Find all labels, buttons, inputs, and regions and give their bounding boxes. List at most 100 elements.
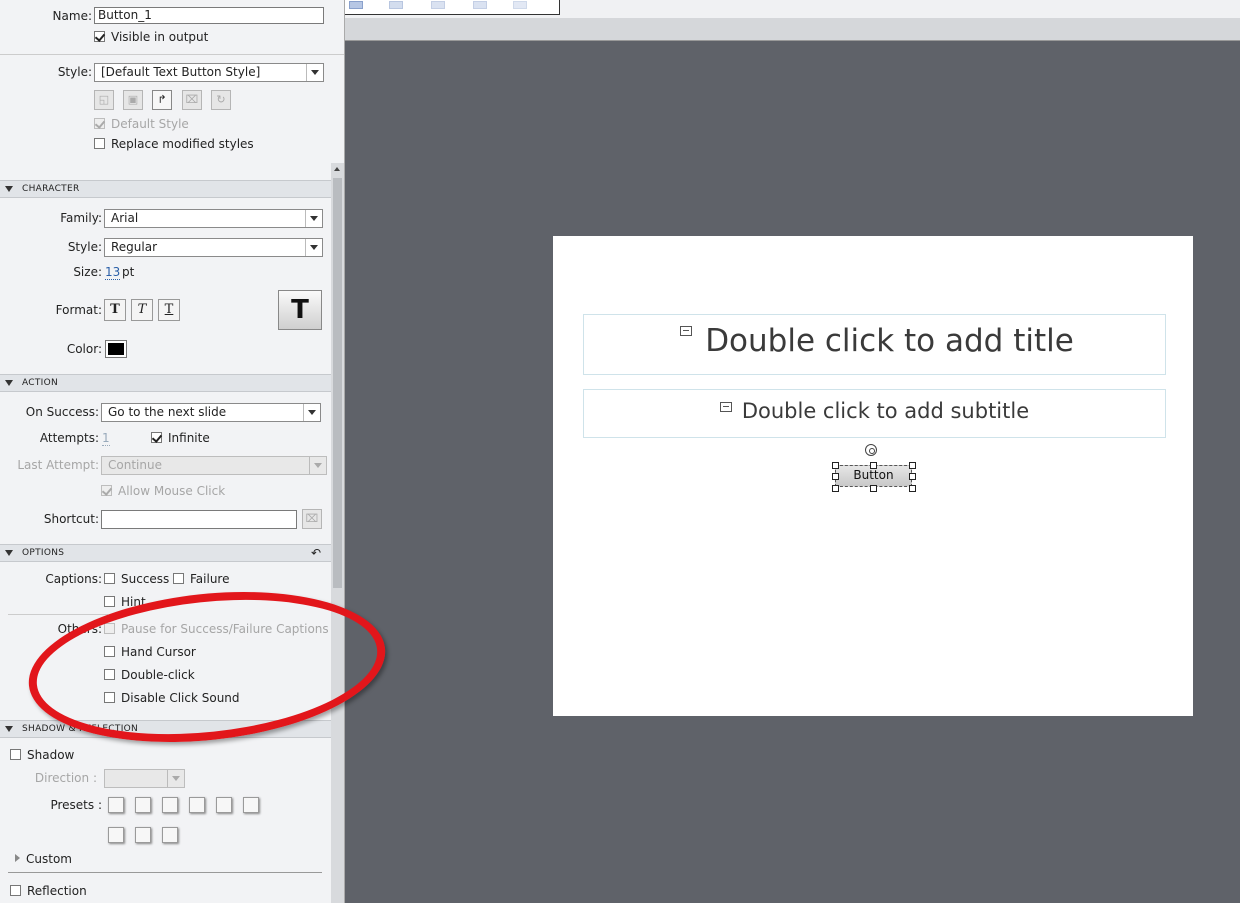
captions-label: Captions: [45, 572, 102, 586]
shadow-preset[interactable] [243, 797, 259, 813]
format-label: Format: [55, 303, 102, 317]
layout-icon[interactable] [349, 1, 363, 9]
resize-handle[interactable] [832, 485, 839, 492]
subtitle-placeholder[interactable]: Double click to add subtitle [583, 389, 1166, 438]
resize-handle[interactable] [909, 473, 916, 480]
color-swatch[interactable] [105, 340, 127, 358]
hint-caption-checkbox[interactable] [104, 596, 115, 607]
replace-styles-checkbox[interactable] [94, 138, 105, 149]
last-attempt-value: Continue [108, 458, 162, 472]
family-label: Family: [60, 211, 102, 225]
divider [8, 614, 108, 615]
visible-output-label: Visible in output [111, 30, 209, 44]
rotate-handle-icon[interactable] [865, 444, 877, 456]
underline-button[interactable]: T [158, 299, 180, 321]
layout-icon[interactable] [473, 1, 487, 9]
rotate-handle-dot [869, 448, 875, 454]
shortcut-label: Shortcut: [43, 512, 99, 526]
subtitle-placeholder-text: Double click to add subtitle [741, 399, 1030, 423]
reflection-checkbox[interactable] [10, 885, 21, 896]
default-style-label: Default Style [111, 117, 189, 131]
shadow-preset[interactable] [189, 797, 205, 813]
resize-handle[interactable] [870, 485, 877, 492]
shadow-preset[interactable] [162, 797, 178, 813]
bold-button[interactable]: T [104, 299, 126, 321]
chevron-down-icon [303, 404, 320, 421]
chevron-down-icon [306, 64, 323, 81]
layout-icon[interactable] [431, 1, 445, 9]
action-header-text: ACTION [22, 378, 59, 388]
character-header-text: CHARACTER [22, 184, 80, 194]
shadow-checkbox[interactable] [10, 749, 21, 760]
allow-mouse-checkbox[interactable] [101, 485, 112, 496]
filmstrip-box [345, 0, 560, 15]
style-select-value: [Default Text Button Style] [101, 65, 261, 79]
layout-icon[interactable] [389, 1, 403, 9]
font-style-select[interactable]: Regular [104, 238, 323, 257]
expand-triangle-icon[interactable] [15, 854, 20, 862]
infinite-checkbox[interactable] [151, 432, 162, 443]
presets-label: Presets : [50, 798, 102, 812]
shadow-preset[interactable] [216, 797, 232, 813]
collapse-triangle-icon [5, 550, 13, 556]
collapse-triangle-icon [5, 726, 13, 732]
font-style-value: Regular [111, 240, 158, 254]
shadow-preset[interactable] [135, 797, 151, 813]
scroll-up-icon[interactable] [334, 167, 340, 171]
name-label: Name: [52, 9, 92, 23]
title-placeholder-text: Double click to add title [705, 323, 1074, 359]
resize-handle[interactable] [870, 462, 877, 469]
shortcut-input[interactable] [101, 510, 297, 529]
last-attempt-select[interactable]: Continue [101, 456, 327, 475]
title-placeholder[interactable]: Double click to add title [583, 314, 1166, 375]
options-header-text: OPTIONS [22, 548, 65, 558]
color-label: Color: [66, 342, 102, 356]
character-section-header[interactable]: CHARACTER [0, 180, 331, 198]
properties-panel: Name: Button_1 Visible in output Style: … [0, 0, 345, 903]
attempts-value[interactable]: 1 [102, 431, 110, 446]
failure-caption-checkbox[interactable] [173, 573, 184, 584]
last-attempt-label: Last Attempt: [17, 458, 99, 472]
on-success-select[interactable]: Go to the next slide [101, 403, 321, 422]
shadow-preset[interactable] [108, 827, 124, 843]
resize-handle[interactable] [832, 473, 839, 480]
resize-handle[interactable] [832, 462, 839, 469]
action-section-header[interactable]: ACTION [0, 374, 331, 392]
success-caption-label: Success [121, 572, 170, 586]
resize-handle[interactable] [909, 485, 916, 492]
redirect-icon[interactable]: ↱ [152, 90, 172, 110]
chevron-down-icon [305, 239, 322, 256]
shadow-preset[interactable] [108, 797, 124, 813]
chevron-down-icon [167, 770, 184, 787]
new-style-icon[interactable]: ◱ [94, 90, 114, 110]
failure-caption-label: Failure [190, 572, 230, 586]
italic-button[interactable]: T [131, 299, 153, 321]
style-select[interactable]: [Default Text Button Style] [94, 63, 324, 82]
on-success-value: Go to the next slide [108, 405, 227, 419]
chevron-down-icon [305, 210, 322, 227]
size-value[interactable]: 13 [105, 265, 121, 280]
reset-options-icon[interactable]: ↶ [311, 545, 321, 561]
infinite-label: Infinite [168, 431, 210, 445]
collapse-triangle-icon [5, 186, 13, 192]
resize-handle[interactable] [909, 462, 916, 469]
delete-style-icon[interactable]: ⌧ [182, 90, 202, 110]
reset-style-icon[interactable]: ↻ [211, 90, 231, 110]
text-format-menu-button[interactable]: T [278, 290, 322, 330]
custom-label[interactable]: Custom [26, 852, 72, 866]
allow-mouse-label: Allow Mouse Click [118, 484, 226, 498]
trash-icon[interactable]: ⌧ [302, 509, 322, 529]
visible-output-checkbox[interactable] [94, 31, 105, 42]
direction-select[interactable] [104, 769, 185, 788]
options-section-header[interactable]: OPTIONS ↶ [0, 544, 331, 562]
save-style-icon[interactable]: ▣ [123, 90, 143, 110]
scrollbar-thumb[interactable] [333, 178, 342, 588]
shadow-preset[interactable] [162, 827, 178, 843]
shadow-preset[interactable] [135, 827, 151, 843]
layout-icon[interactable] [513, 1, 527, 9]
name-input[interactable]: Button_1 [94, 7, 324, 24]
collapse-triangle-icon [5, 380, 13, 386]
success-caption-checkbox[interactable] [104, 573, 115, 584]
default-style-checkbox[interactable] [94, 118, 105, 129]
family-select[interactable]: Arial [104, 209, 323, 228]
